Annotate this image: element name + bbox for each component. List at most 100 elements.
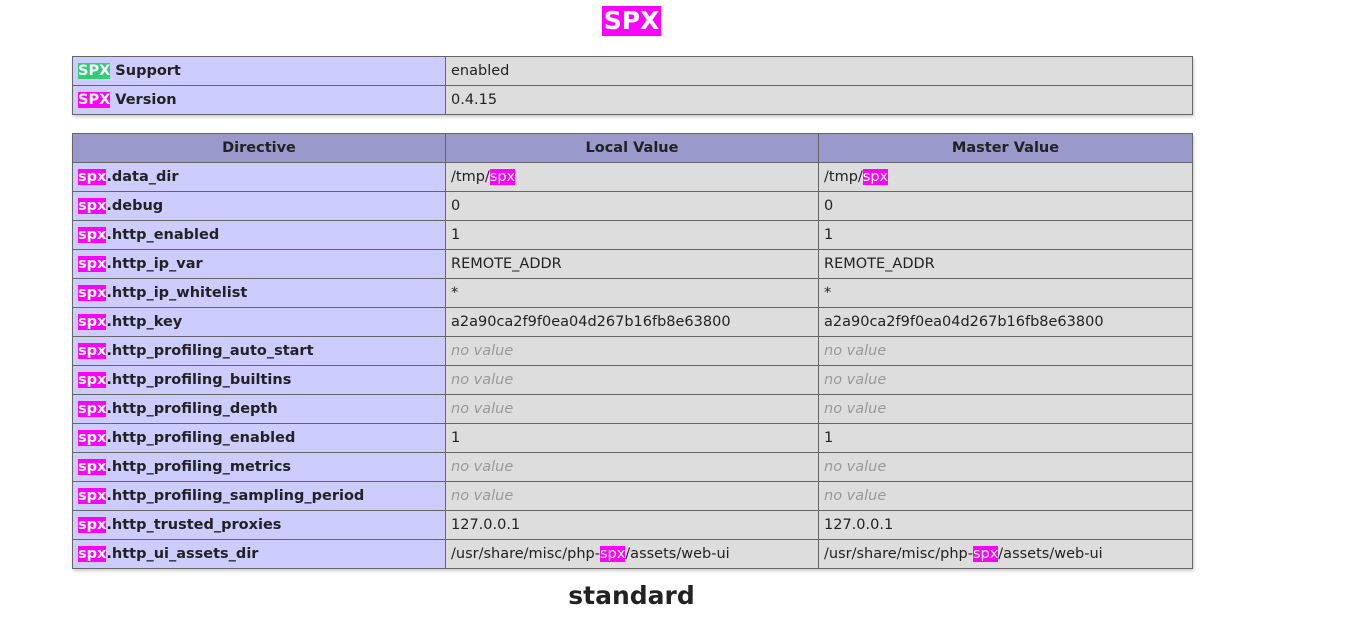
directive-name-text: .http_ui_assets_dir: [106, 546, 259, 562]
directive-local-value: no value: [445, 336, 819, 366]
directive-local-value: /tmp/spx: [445, 162, 819, 192]
directive-row: spx.http_ui_assets_dir/usr/share/misc/ph…: [72, 539, 1193, 569]
directive-name: spx.http_key: [72, 307, 446, 337]
directive-local-value: /usr/share/misc/php-spx/assets/web-ui: [445, 539, 819, 569]
directive-row: spx.http_profiling_auto_start no value no …: [72, 336, 1193, 366]
next-section-title[interactable]: standard: [568, 580, 695, 612]
directive-row: spx.http_profiling_enabled 1 1: [72, 423, 1193, 453]
directive-local-value: 127.0.0.1: [445, 510, 819, 540]
value-text: /tmp/: [824, 169, 863, 185]
directive-prefix-highlight: spx: [78, 488, 107, 504]
directive-name-text: .http_ip_whitelist: [106, 285, 248, 301]
value-text: /usr/share/misc/php-: [824, 546, 973, 562]
no-value-text: no value: [451, 459, 514, 475]
directive-name: spx.http_profiling_depth: [72, 394, 446, 424]
directive-row: spx.http_profiling_builtins no value no va…: [72, 365, 1193, 395]
value-text: a2a90ca2f9f0ea04d267b16fb8e63800: [451, 314, 731, 330]
header-master-value: Master Value: [818, 133, 1193, 163]
value-text-suffix: /assets/web-ui: [625, 546, 730, 562]
value-text: 1: [451, 430, 461, 446]
directive-name-text: .debug: [106, 198, 164, 214]
directive-name: spx.http_ip_var: [72, 249, 446, 279]
directive-prefix-highlight: spx: [78, 227, 107, 243]
directive-prefix-highlight: spx: [78, 546, 107, 562]
version-row: SPX Version 0.4.15: [72, 85, 1193, 115]
directive-row: spx.data_dir/tmp/spx/tmp/spx: [72, 162, 1193, 192]
directive-name-text: .http_profiling_depth: [106, 401, 278, 417]
directive-row: spx.http_profiling_sampling_period no val…: [72, 481, 1193, 511]
no-value-text: no value: [824, 401, 887, 417]
directive-prefix-highlight: spx: [78, 343, 107, 359]
directive-name: spx.http_enabled: [72, 220, 446, 250]
directive-master-value: 1: [818, 220, 1193, 250]
directive-name-text: .http_profiling_auto_start: [106, 343, 314, 359]
directive-prefix-highlight: spx: [78, 198, 107, 214]
directive-name-text: .http_trusted_proxies: [106, 517, 282, 533]
phpinfo-page: SPX SPX Support enabled SPX Version 0.4.…: [0, 0, 1346, 623]
directive-master-value: /tmp/spx: [818, 162, 1193, 192]
directive-prefix-highlight: spx: [78, 372, 107, 388]
directive-master-value: *: [818, 278, 1193, 308]
no-value-text: no value: [451, 343, 514, 359]
directive-local-value: a2a90ca2f9f0ea04d267b16fb8e63800: [445, 307, 819, 337]
directive-local-value: 1: [445, 423, 819, 453]
directive-name: spx.http_profiling_metrics: [72, 452, 446, 482]
header-local-value: Local Value: [445, 133, 819, 163]
header-directive: Directive: [72, 133, 446, 163]
directive-prefix-highlight: spx: [78, 459, 107, 475]
value-text: 1: [451, 227, 461, 243]
directive-name: spx.http_profiling_auto_start: [72, 336, 446, 366]
directive-row: spx.http_ip_var REMOTE_ADDR REMOTE_ADDR: [72, 249, 1193, 279]
directive-name-text: .http_profiling_builtins: [106, 372, 292, 388]
value-text: 1: [824, 430, 834, 446]
directives-table: Directive Local Value Master Value spx.d…: [72, 133, 1193, 569]
directive-prefix-highlight: spx: [78, 169, 107, 185]
value-text: 0: [451, 198, 461, 214]
directive-name-text: .http_profiling_sampling_period: [106, 488, 365, 504]
value-text: a2a90ca2f9f0ea04d267b16fb8e63800: [824, 314, 1104, 330]
directive-local-value: no value: [445, 481, 819, 511]
no-value-text: no value: [824, 372, 887, 388]
directive-master-value: no value: [818, 336, 1193, 366]
module-title[interactable]: SPX: [601, 6, 662, 36]
directive-master-value: a2a90ca2f9f0ea04d267b16fb8e63800: [818, 307, 1193, 337]
no-value-text: no value: [451, 488, 514, 504]
directive-name: spx.debug: [72, 191, 446, 221]
directive-local-value: *: [445, 278, 819, 308]
value-text: 127.0.0.1: [451, 517, 521, 533]
directive-name: spx.data_dir: [72, 162, 446, 192]
directives-header-row: Directive Local Value Master Value: [72, 133, 1193, 163]
value-highlight: spx: [489, 169, 516, 185]
directive-prefix-highlight: spx: [78, 430, 107, 446]
support-label-text: Support: [110, 63, 181, 79]
directive-name: spx.http_profiling_builtins: [72, 365, 446, 395]
directive-local-value: 1: [445, 220, 819, 250]
directive-name-text: .http_profiling_enabled: [106, 430, 296, 446]
version-label: SPX Version: [72, 85, 446, 115]
no-value-text: no value: [451, 372, 514, 388]
support-label: SPX Support: [72, 56, 446, 86]
directive-master-value: 0: [818, 191, 1193, 221]
directive-master-value: no value: [818, 481, 1193, 511]
value-text: 127.0.0.1: [824, 517, 894, 533]
value-text-suffix: /assets/web-ui: [998, 546, 1103, 562]
directive-local-value: no value: [445, 452, 819, 482]
directives-body: spx.data_dir/tmp/spx/tmp/spx spx.debug 0 0 s…: [72, 162, 1193, 569]
directive-row: spx.http_profiling_metrics no value no val…: [72, 452, 1193, 482]
no-value-text: no value: [824, 343, 887, 359]
directive-name-text: .http_profiling_metrics: [106, 459, 292, 475]
directive-prefix-highlight: spx: [78, 285, 107, 301]
module-title-wrap: SPX: [0, 6, 1263, 36]
value-highlight: spx: [972, 546, 999, 562]
directive-prefix-highlight: spx: [78, 401, 107, 417]
no-value-text: no value: [824, 488, 887, 504]
directive-prefix-highlight: spx: [78, 256, 107, 272]
directive-prefix-highlight: spx: [78, 314, 107, 330]
version-value: 0.4.15: [445, 85, 1193, 115]
next-section-wrap: standard: [0, 580, 1263, 612]
value-text: *: [451, 285, 459, 301]
directive-row: spx.http_key a2a90ca2f9f0ea04d267b16fb8e6…: [72, 307, 1193, 337]
directive-master-value: 1: [818, 423, 1193, 453]
directive-row: spx.http_profiling_depth no value no value: [72, 394, 1193, 424]
support-prefix-highlight: SPX: [78, 63, 111, 79]
